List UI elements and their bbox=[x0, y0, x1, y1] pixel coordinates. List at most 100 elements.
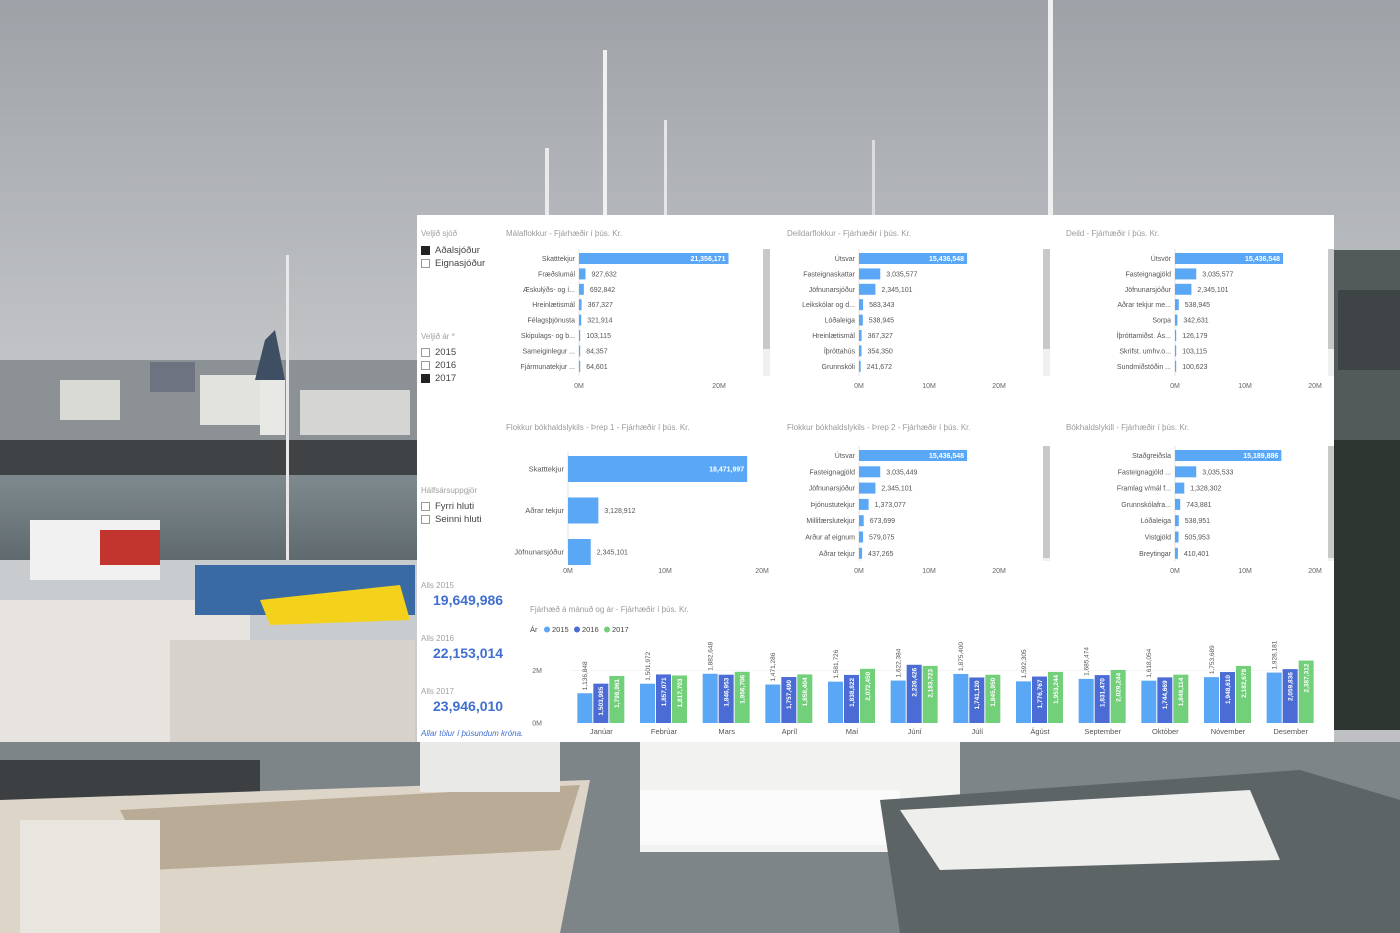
category-label: Grunnskólafra... bbox=[1121, 502, 1171, 509]
category-label: Jöfnunarsjóður bbox=[514, 548, 564, 557]
category-label: Æskulýðs- og í... bbox=[523, 286, 575, 294]
data-label: 1,831,470 bbox=[1099, 678, 1106, 707]
bar bbox=[859, 330, 862, 341]
category-label: Jöfnunarsjóður bbox=[809, 286, 856, 294]
data-label: 15,436,548 bbox=[1245, 256, 1280, 263]
data-label: 1,503,985 bbox=[598, 686, 605, 715]
legend-label: 2015 bbox=[552, 625, 569, 634]
x-tick-label: 10M bbox=[1238, 568, 1252, 575]
category-label: Fasteignagjöld ... bbox=[1118, 469, 1171, 476]
bar bbox=[1175, 466, 1197, 478]
bar bbox=[859, 345, 862, 357]
data-label: 367,327 bbox=[588, 302, 613, 309]
data-label: 1,776,767 bbox=[1037, 679, 1044, 708]
data-label: 1,501,972 bbox=[645, 651, 652, 680]
column bbox=[828, 681, 843, 723]
data-label: 15,436,548 bbox=[929, 256, 964, 263]
bar bbox=[859, 466, 881, 478]
category-label: Útsvör bbox=[1151, 254, 1172, 263]
data-label: 538,945 bbox=[869, 318, 894, 325]
data-label: 1,817,703 bbox=[677, 678, 684, 707]
bar bbox=[859, 498, 869, 510]
x-category-label: Júlí bbox=[971, 727, 984, 736]
data-label: 1,622,384 bbox=[895, 648, 902, 677]
hbar-chart-3: Skatttekjur 18,471,997 Aðrar tekjur 3,128,9… bbox=[514, 452, 769, 575]
category-label: Breytingar bbox=[1139, 551, 1172, 558]
category-label: Lóðaleiga bbox=[825, 317, 855, 325]
category-label: Sameiginlegur ... bbox=[522, 348, 575, 355]
category-label: Aðrar tekjur bbox=[525, 506, 564, 515]
x-tick-label: 0M bbox=[1170, 568, 1180, 575]
y-tick-label: 0M bbox=[532, 721, 542, 728]
bar bbox=[1175, 283, 1192, 295]
category-label: Íþróttamiðst. Ás... bbox=[1117, 331, 1172, 340]
data-label: 1,956,706 bbox=[739, 674, 746, 703]
data-label: 354,350 bbox=[867, 348, 892, 355]
scrollbar-thumb bbox=[1043, 446, 1050, 558]
x-tick-label: 20M bbox=[1308, 568, 1322, 575]
category-label: Sundmiðstöðin ... bbox=[1117, 363, 1171, 371]
data-label: 2,072,450 bbox=[865, 671, 872, 700]
category-label: Arður af eignum bbox=[805, 534, 855, 542]
category-label: Millifærslutekjur bbox=[806, 518, 855, 525]
x-tick-label: 20M bbox=[1308, 383, 1322, 390]
x-tick-label: 20M bbox=[992, 568, 1006, 575]
bar bbox=[859, 482, 876, 494]
bar bbox=[579, 283, 584, 295]
data-label: 1,741,120 bbox=[974, 680, 981, 709]
bar bbox=[1175, 268, 1197, 280]
bar bbox=[579, 360, 581, 372]
data-label: 2,345,101 bbox=[1197, 287, 1228, 294]
scrollbar-thumb bbox=[1328, 249, 1334, 349]
x-tick-label: 10M bbox=[922, 383, 936, 390]
bar bbox=[579, 268, 586, 280]
x-tick-label: 10M bbox=[922, 568, 936, 575]
data-label: 2,059,836 bbox=[1287, 672, 1294, 701]
data-label: 2,183,723 bbox=[927, 669, 934, 698]
x-tick-label: 0M bbox=[854, 383, 864, 390]
bar bbox=[1175, 498, 1181, 510]
legend-title: Ár bbox=[530, 625, 538, 634]
x-tick-label: 20M bbox=[755, 568, 769, 575]
category-label: Aðrar tekjur bbox=[819, 550, 856, 558]
category-label: Staðgreiðsla bbox=[1132, 452, 1171, 460]
x-tick-label: 10M bbox=[1238, 383, 1252, 390]
x-category-label: Febrúar bbox=[651, 727, 678, 736]
bar bbox=[1175, 547, 1178, 559]
category-label: Fjármunatekjur ... bbox=[521, 364, 576, 371]
data-label: 692,842 bbox=[590, 287, 615, 294]
hbar-chart-5: Staðgreiðsla 15,189,886 Fasteignagjöld ...… bbox=[1117, 446, 1334, 575]
category-label: Fasteignagjöld bbox=[1125, 271, 1171, 278]
y-tick-label: 2M bbox=[532, 668, 542, 675]
data-label: 103,115 bbox=[1182, 348, 1207, 355]
data-label: 927,632 bbox=[591, 271, 616, 278]
data-label: 18,471,997 bbox=[709, 467, 744, 474]
data-label: 579,075 bbox=[869, 535, 894, 542]
x-category-label: Október bbox=[1152, 727, 1179, 736]
data-label: 1,328,302 bbox=[1190, 486, 1221, 493]
data-label: 3,035,449 bbox=[886, 469, 917, 476]
data-label: 1,757,490 bbox=[786, 680, 793, 709]
x-category-label: Desember bbox=[1273, 727, 1308, 736]
column bbox=[890, 680, 906, 723]
category-label: Skatttekjur bbox=[529, 465, 565, 474]
legend-marker bbox=[574, 626, 580, 633]
hbar-chart-4: Útsvar 15,436,548 Fasteignagjöld 3,035,449 J… bbox=[805, 446, 1050, 575]
charts-canvas: Skatttekjur 21,356,171 Fræðslumál 927,632 Æs… bbox=[514, 249, 1334, 736]
data-label: 1,838,822 bbox=[849, 678, 856, 707]
category-label: Aðrar tekjur me... bbox=[1117, 301, 1171, 309]
data-label: 583,343 bbox=[869, 302, 894, 309]
x-category-label: Maí bbox=[846, 727, 859, 736]
category-label: Skipulags- og b... bbox=[521, 333, 575, 340]
data-label: 84,357 bbox=[586, 348, 608, 355]
category-label: Félagsþjónusta bbox=[528, 318, 576, 325]
data-label: 2,345,101 bbox=[597, 550, 628, 557]
column bbox=[953, 673, 969, 723]
category-label: Sorpa bbox=[1152, 318, 1171, 325]
data-label: 64,601 bbox=[586, 364, 608, 371]
data-label: 3,035,577 bbox=[1202, 271, 1233, 278]
data-label: 1,858,404 bbox=[802, 677, 809, 706]
data-label: 1,744,669 bbox=[1162, 680, 1169, 709]
data-label: 1,849,114 bbox=[1178, 677, 1185, 706]
data-label: 1,928,181 bbox=[1271, 640, 1278, 669]
